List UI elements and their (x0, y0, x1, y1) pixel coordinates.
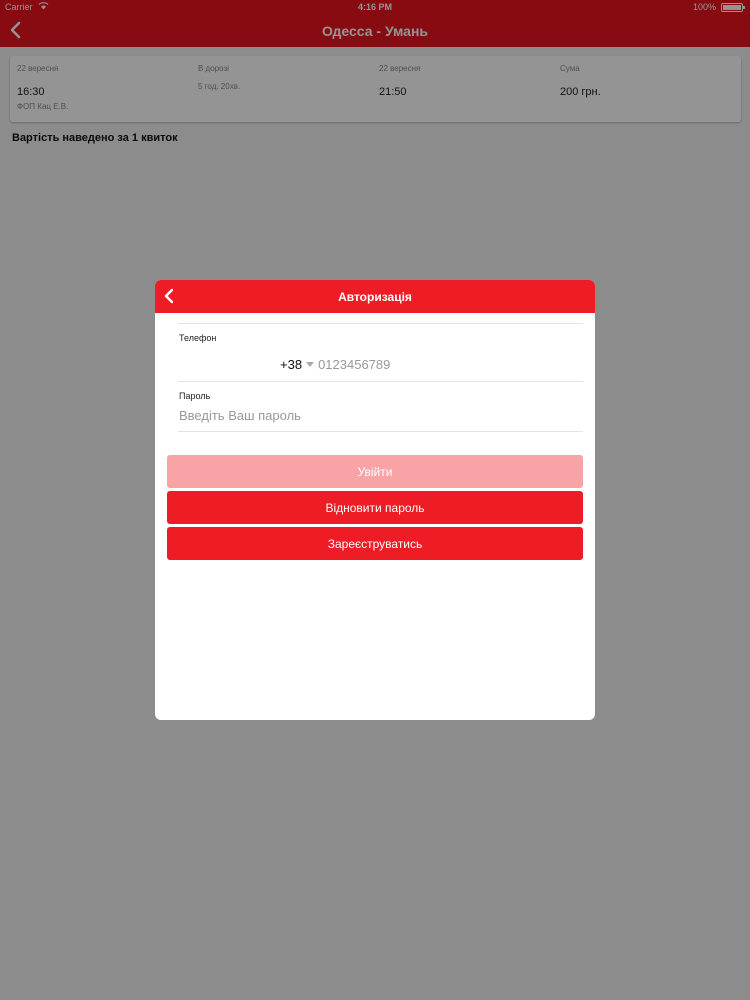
register-button[interactable]: Зареєструватись (167, 527, 583, 560)
divider (178, 381, 583, 382)
phone-label: Телефон (179, 333, 217, 343)
phone-row: +38 (280, 355, 519, 373)
divider (178, 431, 583, 432)
modal-title: Авторизація (338, 290, 412, 304)
password-label: Пароль (179, 391, 211, 401)
restore-password-button[interactable]: Відновити пароль (167, 491, 583, 524)
divider (178, 323, 583, 324)
phone-input[interactable] (318, 356, 519, 372)
caret-down-icon[interactable] (306, 361, 315, 367)
phone-country-code[interactable]: +38 (280, 357, 302, 372)
login-button[interactable]: Увійти (167, 455, 583, 488)
password-input[interactable] (179, 408, 559, 423)
auth-modal: Авторизація Телефон +38 Пароль Увійти Ві… (155, 280, 595, 720)
modal-header: Авторизація (155, 280, 595, 313)
